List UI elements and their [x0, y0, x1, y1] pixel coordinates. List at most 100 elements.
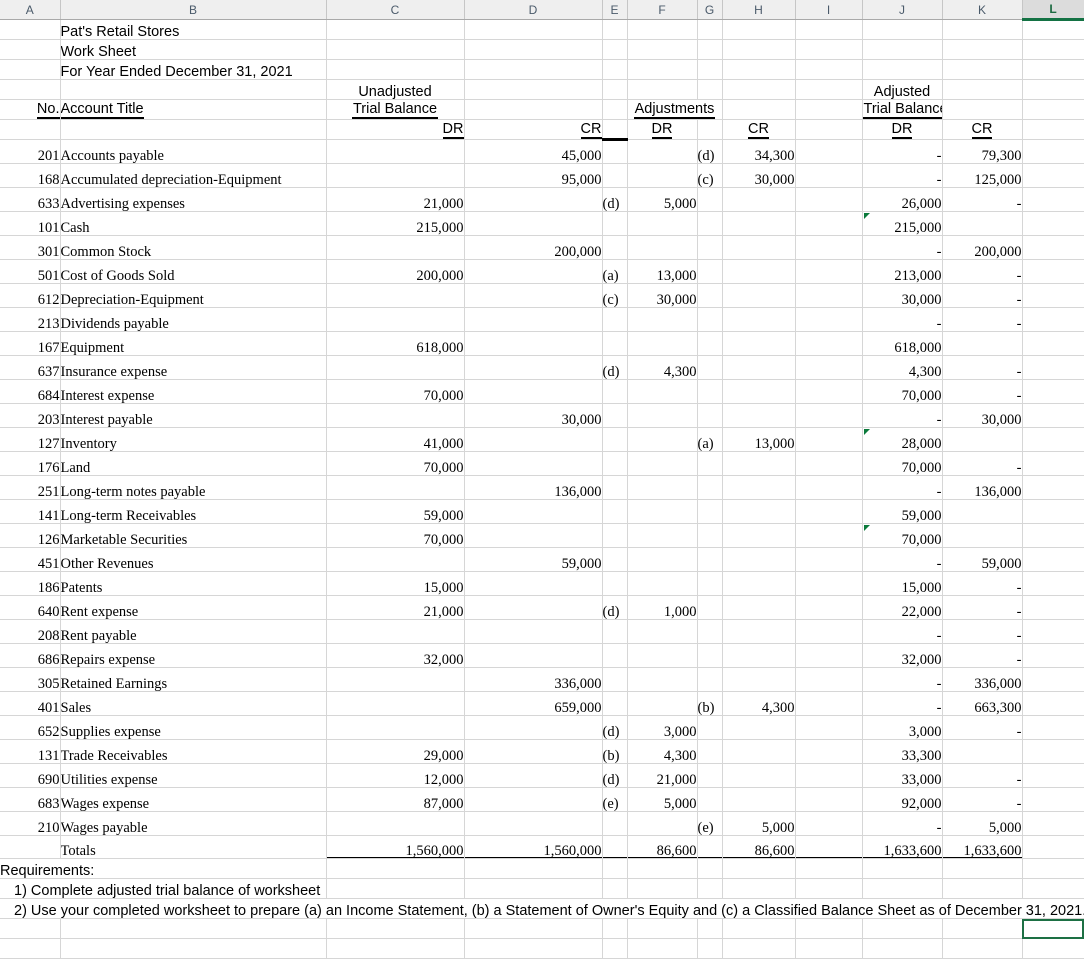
- cell-D5[interactable]: [464, 99, 603, 120]
- row-adjusted-dr[interactable]: -: [862, 619, 943, 644]
- row-adjustment-dr-ref[interactable]: [601, 427, 628, 452]
- blank-cell-J[interactable]: [862, 918, 943, 939]
- row-spacer-l[interactable]: [1022, 427, 1084, 452]
- row-account-title[interactable]: Dividends payable: [60, 307, 327, 332]
- row-spacer-l[interactable]: [1022, 403, 1084, 428]
- row-adjustment-dr-ref[interactable]: (d): [601, 595, 628, 620]
- row-account-title[interactable]: Trade Receivables: [60, 739, 327, 764]
- row-adjustment-dr[interactable]: [627, 499, 698, 524]
- cell-L2[interactable]: [1022, 39, 1084, 60]
- row-account-number[interactable]: 201: [0, 139, 61, 164]
- row-unadjusted-dr[interactable]: 29,000: [326, 739, 465, 764]
- row-account-number[interactable]: 213: [0, 307, 61, 332]
- row-spacer-i[interactable]: [795, 691, 863, 716]
- row-adjusted-cr[interactable]: -: [942, 259, 1023, 284]
- row-adjustment-cr[interactable]: [722, 331, 796, 356]
- cell-E3[interactable]: [602, 59, 628, 80]
- row-unadjusted-cr[interactable]: 200,000: [464, 235, 603, 260]
- row-spacer-i[interactable]: [795, 451, 863, 476]
- blank2-cell-C[interactable]: [326, 938, 465, 959]
- row-account-number[interactable]: 690: [0, 763, 61, 788]
- row-adjustment-dr-ref[interactable]: [601, 163, 628, 188]
- row-unadjusted-cr[interactable]: 59,000: [464, 547, 603, 572]
- row-adjustment-dr-ref[interactable]: [601, 475, 628, 500]
- row-adjusted-cr[interactable]: -: [942, 379, 1023, 404]
- cell-K1[interactable]: [942, 19, 1023, 40]
- row-adjustment-dr-ref[interactable]: [601, 547, 628, 572]
- row-unadjusted-cr[interactable]: [464, 643, 603, 668]
- cell-D3[interactable]: [464, 59, 603, 80]
- cell-L5[interactable]: [1022, 99, 1084, 120]
- row-account-title[interactable]: Advertising expenses: [60, 187, 327, 212]
- row-unadjusted-dr[interactable]: 21,000: [326, 595, 465, 620]
- row-unadjusted-cr[interactable]: [464, 811, 603, 836]
- col-header-I[interactable]: I: [795, 0, 863, 20]
- row-spacer-i[interactable]: [795, 211, 863, 236]
- row-adjustment-dr-ref[interactable]: [601, 211, 628, 236]
- row-unadjusted-cr[interactable]: [464, 763, 603, 788]
- cell-C2[interactable]: [326, 39, 465, 60]
- cell-C3[interactable]: [326, 59, 465, 80]
- blank2-cell-I[interactable]: [795, 938, 863, 959]
- cell-F2[interactable]: [627, 39, 698, 60]
- row-adjustment-dr-ref[interactable]: [601, 571, 628, 596]
- row-adjustment-cr[interactable]: [722, 187, 796, 212]
- row-adjustment-cr[interactable]: [722, 235, 796, 260]
- row-spacer-i[interactable]: [795, 139, 863, 164]
- row-adjustment-dr-ref[interactable]: (c): [601, 283, 628, 308]
- row-unadjusted-cr[interactable]: [464, 259, 603, 284]
- row-spacer-i[interactable]: [795, 571, 863, 596]
- row-spacer-l[interactable]: [1022, 355, 1084, 380]
- row-adjustment-dr-ref[interactable]: [601, 499, 628, 524]
- row-unadjusted-cr[interactable]: [464, 571, 603, 596]
- row-unadjusted-cr[interactable]: [464, 619, 603, 644]
- row-adjustment-cr[interactable]: 34,300: [722, 139, 796, 164]
- row-adjustment-cr[interactable]: 30,000: [722, 163, 796, 188]
- row-unadjusted-cr[interactable]: 336,000: [464, 667, 603, 692]
- row-account-number[interactable]: 301: [0, 235, 61, 260]
- col-header-L-selected[interactable]: L: [1022, 0, 1084, 21]
- row-account-number[interactable]: 167: [0, 331, 61, 356]
- row-adjustment-dr[interactable]: 4,300: [627, 739, 698, 764]
- row-unadjusted-dr[interactable]: [326, 139, 465, 164]
- row-adjustment-dr-ref[interactable]: [601, 643, 628, 668]
- row-account-number[interactable]: 186: [0, 571, 61, 596]
- row-spacer-l[interactable]: [1022, 475, 1084, 500]
- row-adjusted-dr[interactable]: 215,000: [862, 211, 943, 236]
- row-account-title[interactable]: Other Revenues: [60, 547, 327, 572]
- row-adjustment-cr[interactable]: [722, 619, 796, 644]
- row-unadjusted-dr[interactable]: 70,000: [326, 451, 465, 476]
- row-spacer-i[interactable]: [795, 235, 863, 260]
- row-adjustment-cr[interactable]: [722, 283, 796, 308]
- row-adjustment-dr[interactable]: [627, 667, 698, 692]
- row-unadjusted-dr[interactable]: 618,000: [326, 331, 465, 356]
- req-cell-L1[interactable]: [1022, 858, 1084, 879]
- row-adjustment-dr[interactable]: [627, 403, 698, 428]
- cell-B4[interactable]: [60, 79, 327, 100]
- row-adjustment-dr[interactable]: [627, 139, 698, 164]
- row-account-number[interactable]: 126: [0, 523, 61, 548]
- row-adjustment-dr-ref[interactable]: [601, 811, 628, 836]
- req-cell-G1[interactable]: [697, 858, 723, 879]
- row-adjustment-cr[interactable]: [722, 499, 796, 524]
- cell-G1[interactable]: [697, 19, 723, 40]
- row-adjusted-cr[interactable]: 663,300: [942, 691, 1023, 716]
- row-adjusted-dr[interactable]: 33,300: [862, 739, 943, 764]
- row-adjusted-dr[interactable]: -: [862, 139, 943, 164]
- cell-D4[interactable]: [464, 79, 603, 100]
- row-unadjusted-cr[interactable]: [464, 739, 603, 764]
- row-account-number[interactable]: 203: [0, 403, 61, 428]
- row-account-number[interactable]: 640: [0, 595, 61, 620]
- cell-E5[interactable]: [602, 99, 628, 120]
- cell-L1[interactable]: [1022, 19, 1084, 40]
- cell-K5[interactable]: [942, 99, 1023, 120]
- row-adjustment-cr-ref[interactable]: [697, 619, 723, 644]
- row-adjustment-cr-ref[interactable]: [697, 571, 723, 596]
- row-adjustment-cr-ref[interactable]: [697, 379, 723, 404]
- req-cell-K1[interactable]: [942, 858, 1023, 879]
- blank-cell-A[interactable]: [0, 918, 61, 939]
- cell-C1[interactable]: [326, 19, 465, 40]
- totals-utb-cr[interactable]: 1,560,000: [464, 835, 603, 859]
- row-unadjusted-cr[interactable]: [464, 595, 603, 620]
- row-adjustment-dr-ref[interactable]: [601, 139, 628, 164]
